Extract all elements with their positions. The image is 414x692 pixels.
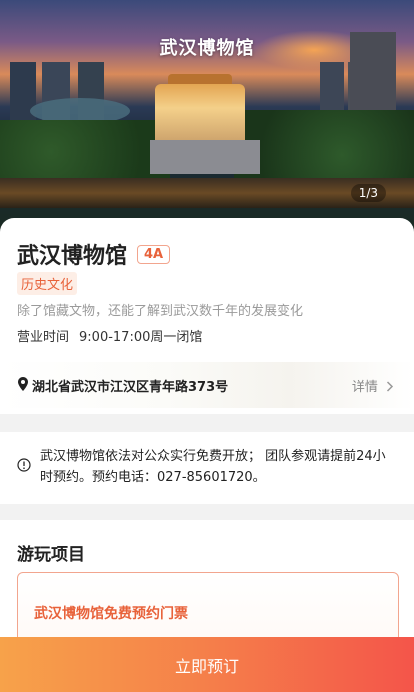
level-badge: 4A: [137, 244, 171, 264]
museum-plaza: [150, 140, 260, 174]
image-counter: 1/3: [350, 184, 386, 202]
category-tag: 历史文化: [17, 272, 78, 295]
attraction-name: 武汉博物馆: [17, 244, 128, 269]
hero-image[interactable]: 武汉博物馆 1/3: [0, 0, 414, 232]
detail-label: 详情: [351, 380, 378, 395]
ticket-name: 武汉博物馆免费预约门票: [34, 606, 188, 622]
hero-title: 武汉博物馆: [159, 38, 255, 59]
info-card: 武汉博物馆 4A 历史文化 除了馆藏文物，还能了解到武汉数千年的发展变化 营业时…: [0, 218, 414, 414]
projects-heading: 游玩项目: [17, 545, 85, 565]
info-circle-icon: [17, 458, 31, 472]
description: 除了馆藏文物，还能了解到武汉数千年的发展变化: [17, 304, 304, 319]
hours-label: 营业时间: [17, 330, 70, 345]
notice-text: 武汉博物馆依法对公众实行免费开放； 团队参观请提前24小时预约。预约电话：027…: [40, 449, 386, 485]
hours-value: 9:00-17:00周一闭馆: [79, 330, 203, 345]
notice-box: 武汉博物馆依法对公众实行免费开放； 团队参观请提前24小时预约。预约电话：027…: [0, 432, 414, 504]
museum-building: [155, 84, 245, 144]
address-text: 湖北省武汉市江汉区青年路373号: [32, 380, 229, 395]
title-row: 武汉博物馆 4A: [17, 238, 171, 270]
address-row[interactable]: 湖北省武汉市江汉区青年路373号 详情: [0, 362, 414, 408]
chevron-right-icon: [386, 381, 394, 392]
detail-link[interactable]: 详情: [352, 376, 394, 395]
opening-hours: 营业时间 9:00-17:00周一闭馆: [17, 326, 202, 345]
book-now-button[interactable]: 立即预订: [0, 637, 414, 692]
location-pin-icon: [18, 377, 28, 391]
